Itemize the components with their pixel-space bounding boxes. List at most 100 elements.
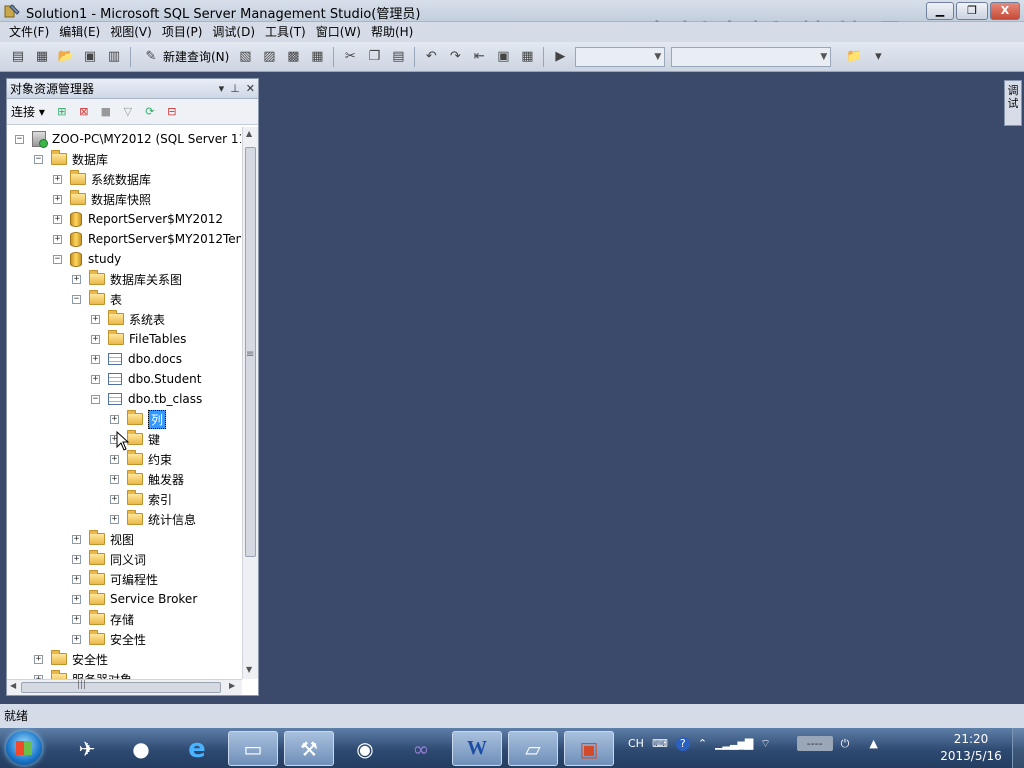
collapse-icon[interactable]: − [72,294,81,304]
tree-node-label[interactable]: 键 [148,431,160,448]
tree-node[interactable]: + 系统数据库 [53,169,151,189]
tree-node-label[interactable]: dbo.Student [128,372,201,386]
collapse-icon[interactable]: − [91,394,100,404]
object-explorer-tree[interactable]: − ZOO-PC\MY2012 (SQL Server 11− 数据库 + 系统数据库 +… [7,127,241,679]
expand-icon[interactable]: + [72,554,81,564]
tree-node-label[interactable]: Service Broker [110,592,197,606]
tree-node[interactable]: + ReportServer$MY2012 [53,209,223,229]
tree-node-label[interactable]: ReportServer$MY2012 [88,212,223,226]
expand-icon[interactable]: + [72,534,81,544]
save-all-icon[interactable]: ▥ [104,47,124,67]
tree-node-label[interactable]: 同义词 [110,551,146,568]
battery-indicator[interactable]: ---- [796,736,833,751]
tree-node[interactable]: + 数据库关系图 [72,269,182,289]
tree-node[interactable]: − study [53,249,121,269]
menu-view[interactable]: 视图(V) [105,22,157,42]
connect-button[interactable]: 连接 ▾ [11,103,51,120]
keyboard-icon[interactable]: ⌨ [652,737,668,750]
expand-icon[interactable]: + [110,514,119,524]
refresh-icon[interactable]: ⟳ [142,104,158,120]
chart-icon[interactable]: ▦ [517,47,537,67]
activity-monitor-icon[interactable]: ▣ [493,47,513,67]
menu-tools[interactable]: 工具(T) [260,22,311,42]
tree-node[interactable]: + 统计信息 [110,509,196,529]
scroll-down-icon[interactable]: ▼ [246,665,252,674]
tree-node-label[interactable]: ReportServer$MY2012Ten [88,232,241,246]
auto-hide-pin-icon[interactable]: ⊥ [230,79,240,99]
visual-studio-icon[interactable]: ∞ [396,731,446,766]
filter-icon[interactable]: ▽ [120,104,136,120]
tree-node-label[interactable]: 可编程性 [110,571,158,588]
tree-node[interactable]: + 同义词 [72,549,146,569]
file-explorer-icon[interactable]: ▭ [228,731,278,766]
copy-icon[interactable]: ❐ [364,47,384,67]
tree-horizontal-scrollbar[interactable]: ◀ ||| ▶ [7,679,242,695]
tree-node-label[interactable]: 表 [110,291,122,308]
tree-node-label[interactable]: 服务器对象 [72,671,132,680]
language-indicator[interactable]: CH [628,737,644,750]
show-hidden-icons[interactable]: ▲ [869,737,877,750]
expand-icon[interactable]: + [91,374,100,384]
window-position-icon[interactable]: ▾ [219,79,225,99]
tree-node-label[interactable]: 安全性 [110,631,146,648]
find-in-files-icon[interactable]: 📁 [844,47,864,67]
collapse-icon[interactable]: − [53,254,62,264]
tree-node[interactable]: + 视图 [72,529,134,549]
tree-node-label[interactable]: 统计信息 [148,511,196,528]
power-plug-icon[interactable]: ⏻ [841,737,850,751]
new-project-icon[interactable]: ▤ [8,47,28,67]
expand-icon[interactable]: + [91,334,100,344]
restore-button[interactable]: ❐ [956,2,988,20]
database-combo[interactable]: ▼ [575,46,666,67]
paste-icon[interactable]: ▤ [388,47,408,67]
expand-icon[interactable]: + [72,594,81,604]
network-signal-icon[interactable]: ▁▂▃▅▇ [715,737,753,750]
tree-node-label[interactable]: 视图 [110,531,134,548]
close-button[interactable]: X [990,2,1020,20]
connect-object-explorer-icon[interactable]: ⊞ [54,104,70,120]
xmla-query-icon[interactable]: ▦ [307,47,327,67]
dmx-query-icon[interactable]: ▩ [283,47,303,67]
tree-node[interactable]: + 数据库快照 [53,189,151,209]
summary-icon[interactable]: ⊟ [164,104,180,120]
expand-icon[interactable]: + [110,454,119,464]
tree-node-label[interactable]: dbo.docs [128,352,182,366]
cut-icon[interactable]: ✂ [340,47,360,67]
tree-node-label[interactable]: 索引 [148,491,172,508]
expand-icon[interactable]: + [110,474,119,484]
expand-icon[interactable]: + [110,414,119,424]
expand-icon[interactable]: + [53,174,62,184]
tree-node[interactable]: + 触发器 [110,469,184,489]
collapse-icon[interactable]: − [15,134,24,144]
expand-icon[interactable]: + [72,274,81,284]
tree-node-label[interactable]: 约束 [148,451,172,468]
tree-node-label[interactable]: 数据库关系图 [110,271,182,288]
tree-node[interactable]: + FileTables [91,329,186,349]
menu-help[interactable]: 帮助(H) [366,22,418,42]
tree-node-label[interactable]: study [88,252,121,266]
tree-node[interactable]: + 列 [110,409,167,429]
tree-node-label[interactable]: 安全性 [72,651,108,668]
open-file-icon[interactable]: 📂 [56,47,76,67]
tree-node[interactable]: + ReportServer$MY2012Ten [53,229,241,249]
expand-icon[interactable]: + [91,354,100,364]
collapse-icon[interactable]: − [34,154,43,164]
tree-node[interactable]: + Service Broker [72,589,197,609]
tree-node[interactable]: + 安全性 [34,649,108,669]
tree-node-label[interactable]: dbo.tb_class [128,392,202,406]
menu-edit[interactable]: 编辑(E) [54,22,105,42]
save-icon[interactable]: ▣ [80,47,100,67]
notepad-icon[interactable]: ▱ [508,731,558,766]
tree-node[interactable]: − 表 [72,289,122,309]
expand-icon[interactable]: + [110,494,119,504]
feiq-icon[interactable]: ✈ [62,731,112,766]
tree-vertical-scrollbar[interactable]: ▲ ≡ ▼ [242,127,258,679]
minimize-button[interactable]: ▁ [926,2,954,20]
add-item-icon[interactable]: ▦ [32,47,52,67]
tree-node-label[interactable]: 列 [148,409,167,429]
tree-node[interactable]: +服务器对象 [34,669,132,679]
db-engine-query-icon[interactable]: ▧ [235,47,255,67]
scroll-up-icon[interactable]: ▲ [246,129,252,138]
menu-debug[interactable]: 调试(D) [207,22,260,42]
tree-node[interactable]: − dbo.tb_class [91,389,202,409]
